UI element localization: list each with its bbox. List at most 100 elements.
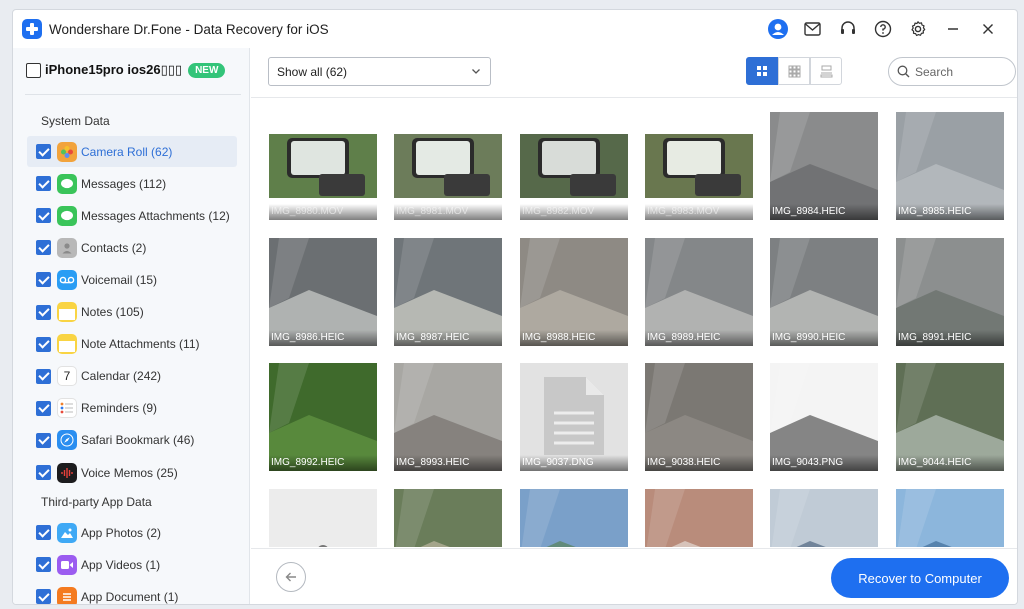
file-name: IMG_8987.HEIC xyxy=(394,330,502,346)
account-icon[interactable] xyxy=(760,16,795,42)
category-label: Note Attachments (11) xyxy=(81,337,200,352)
minimize-icon[interactable] xyxy=(935,16,970,42)
category-item-app-photos[interactable]: App Photos (2) xyxy=(27,517,237,548)
device-name: iPhone15pro ios26▯▯▯ xyxy=(45,62,183,77)
category-checkbox[interactable] xyxy=(36,208,51,224)
file-thumbnail[interactable]: IMG_8988.HEIC xyxy=(520,238,628,346)
category-item-voice-memos[interactable]: Voice Memos (25) xyxy=(27,457,237,488)
category-label: App Photos (2) xyxy=(81,525,162,540)
file-thumbnail[interactable] xyxy=(394,489,502,547)
file-thumbnail[interactable] xyxy=(269,489,377,547)
category-item-note-attachments[interactable]: Note Attachments (11) xyxy=(27,329,237,360)
file-thumbnail[interactable]: IMG_9037.DNG xyxy=(520,363,628,471)
category-label: App Document (1) xyxy=(81,589,179,604)
category-label: Calendar (242) xyxy=(81,369,162,384)
category-checkbox[interactable] xyxy=(36,400,51,416)
category-item-safari[interactable]: Safari Bookmark (46) xyxy=(27,425,237,456)
device-checkbox[interactable] xyxy=(26,62,41,78)
category-label: Voice Memos (25) xyxy=(81,465,178,480)
file-name: IMG_9043.PNG xyxy=(770,455,878,471)
file-thumbnail[interactable]: IMG_9044.HEIC xyxy=(896,363,1004,471)
file-thumbnail[interactable]: IMG_9038.HEIC xyxy=(645,363,753,471)
file-thumbnail[interactable]: IMG_8991.HEIC xyxy=(896,238,1004,346)
file-thumbnail[interactable]: IMG_8993.HEIC xyxy=(394,363,502,471)
reminders-icon xyxy=(57,398,77,419)
category-item-voicemail[interactable]: Voicemail (15) xyxy=(27,264,237,295)
file-thumbnail[interactable]: IMG_8992.HEIC xyxy=(269,363,377,471)
support-icon[interactable] xyxy=(830,16,865,42)
category-item-calendar[interactable]: 7 Calendar (242) xyxy=(27,361,237,392)
voicemail-icon xyxy=(57,269,77,290)
category-item-reminders[interactable]: Reminders (9) xyxy=(27,393,237,424)
filter-select[interactable]: Show all (62) xyxy=(268,57,491,86)
category-label: Safari Bookmark (46) xyxy=(81,433,195,448)
category-checkbox[interactable] xyxy=(36,525,51,540)
category-item-notes[interactable]: Notes (105) xyxy=(27,297,237,328)
category-checkbox[interactable] xyxy=(36,368,51,384)
category-checkbox[interactable] xyxy=(36,589,51,604)
file-thumbnail[interactable]: IMG_8982.MOV xyxy=(520,112,628,220)
file-name: IMG_8988.HEIC xyxy=(520,330,628,346)
help-icon[interactable] xyxy=(865,16,900,42)
category-item-app-document[interactable]: App Document (1) xyxy=(27,581,237,604)
safari-icon xyxy=(57,430,77,451)
app-window: Wondershare Dr.Fone - Data Recovery for … xyxy=(12,9,1018,605)
app-title: Wondershare Dr.Fone - Data Recovery for … xyxy=(49,21,329,37)
mail-icon[interactable] xyxy=(795,16,830,42)
file-thumbnail[interactable]: IMG_9043.PNG xyxy=(770,363,878,471)
grid-view-button[interactable] xyxy=(746,57,778,85)
category-item-contacts[interactable]: Contacts (2) xyxy=(27,232,237,263)
thumbnail-view-icon xyxy=(788,65,800,77)
app-videos-icon xyxy=(57,554,77,575)
file-thumbnail[interactable] xyxy=(520,489,628,547)
category-checkbox[interactable] xyxy=(36,336,51,352)
category-item-messages[interactable]: Messages (112) xyxy=(27,168,237,199)
file-name: IMG_8991.HEIC xyxy=(896,330,1004,346)
messages-attachments-icon xyxy=(57,205,77,226)
category-checkbox[interactable] xyxy=(36,557,51,572)
file-thumbnail[interactable]: IMG_8985.HEIC xyxy=(896,112,1004,220)
device-row[interactable]: iPhone15pro ios26▯▯▯ NEW xyxy=(26,59,226,81)
search-box[interactable] xyxy=(888,57,1016,86)
category-label: Voicemail (15) xyxy=(81,272,158,287)
voice-memos-icon xyxy=(57,462,77,483)
unavailable-preview xyxy=(269,489,377,547)
file-thumbnail[interactable]: IMG_8980.MOV xyxy=(269,112,377,220)
file-name: IMG_8989.HEIC xyxy=(645,330,753,346)
category-checkbox[interactable] xyxy=(36,176,51,192)
app-photos-icon xyxy=(57,522,77,543)
file-name: IMG_8983.MOV xyxy=(645,204,753,220)
recover-to-computer-button[interactable]: Recover to Computer xyxy=(831,558,1009,598)
file-thumbnail[interactable]: IMG_8987.HEIC xyxy=(394,238,502,346)
file-thumbnail[interactable]: IMG_8981.MOV xyxy=(394,112,502,220)
file-thumbnail[interactable]: IMG_8990.HEIC xyxy=(770,238,878,346)
list-view-button[interactable] xyxy=(810,57,842,85)
category-item-messages-attachments[interactable]: Messages Attachments (12) xyxy=(27,200,237,231)
category-checkbox[interactable] xyxy=(36,432,51,448)
file-thumbnail[interactable]: IMG_8984.HEIC xyxy=(770,112,878,220)
file-name: IMG_8990.HEIC xyxy=(770,330,878,346)
category-label: Notes (105) xyxy=(81,305,144,319)
category-checkbox[interactable] xyxy=(36,240,51,256)
category-label: Contacts (2) xyxy=(81,240,147,255)
category-checkbox[interactable] xyxy=(36,144,51,159)
category-item-camera-roll[interactable]: Camera Roll (62) xyxy=(27,136,237,167)
category-checkbox[interactable] xyxy=(36,465,51,480)
category-checkbox[interactable] xyxy=(36,304,51,320)
file-thumbnail[interactable]: IMG_8983.MOV xyxy=(645,112,753,220)
file-thumbnail[interactable] xyxy=(896,489,1004,547)
file-name: IMG_8986.HEIC xyxy=(269,330,377,346)
file-thumbnail[interactable] xyxy=(770,489,878,547)
search-input[interactable] xyxy=(915,64,1005,79)
category-item-app-videos[interactable]: App Videos (1) xyxy=(27,549,237,580)
file-thumbnail[interactable] xyxy=(645,489,753,547)
thumbnail-view-button[interactable] xyxy=(778,57,810,85)
category-checkbox[interactable] xyxy=(36,272,51,288)
title-actions xyxy=(760,16,1005,42)
file-thumbnail[interactable]: IMG_8986.HEIC xyxy=(269,238,377,346)
close-icon[interactable] xyxy=(970,16,1005,42)
back-button[interactable] xyxy=(276,562,306,592)
settings-icon[interactable] xyxy=(900,16,935,42)
file-thumbnail[interactable]: IMG_8989.HEIC xyxy=(645,238,753,346)
file-name: IMG_8993.HEIC xyxy=(394,455,502,471)
